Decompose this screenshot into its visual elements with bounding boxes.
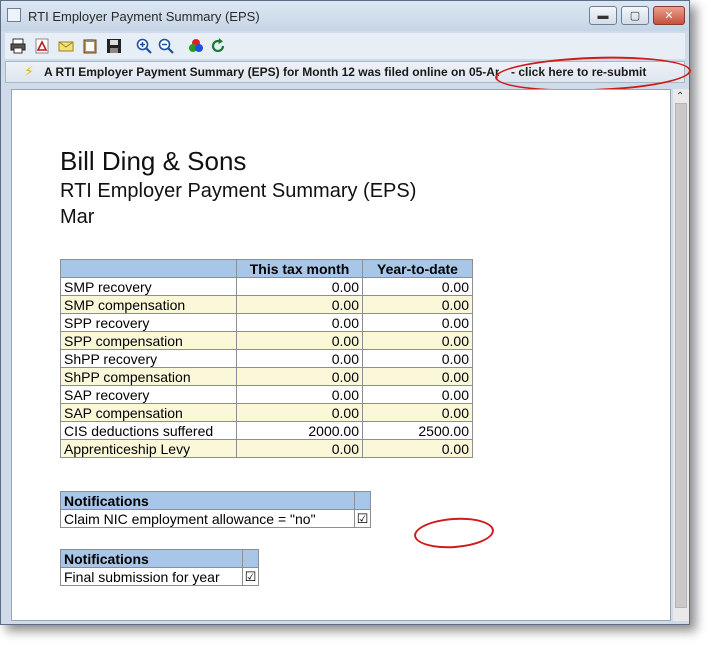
ytd-value: 0.00: [362, 295, 473, 314]
this-month-value: 0.00: [236, 439, 363, 458]
table-header-row: Notifications: [60, 549, 259, 568]
scroll-up-icon[interactable]: ⌃: [676, 91, 684, 102]
color-icon[interactable]: [187, 37, 205, 55]
toolbar: [5, 33, 685, 59]
ytd-value: 0.00: [362, 349, 473, 368]
zoom-out-icon[interactable]: [157, 37, 175, 55]
app-window: RTI Employer Payment Summary (EPS) ▬ ▢ ✕: [0, 0, 692, 625]
this-month-value: 0.00: [236, 331, 363, 350]
table-row: SPP compensation 0.00 0.00: [60, 331, 473, 350]
table-row: CIS deductions suffered 2000.00 2500.00: [60, 421, 473, 440]
report-panel: Bill Ding & Sons RTI Employer Payment Su…: [11, 89, 671, 621]
vertical-scrollbar[interactable]: ⌃: [673, 89, 689, 621]
ytd-value: 0.00: [362, 331, 473, 350]
zoom-in-icon[interactable]: [135, 37, 153, 55]
check-column-header: [354, 491, 371, 510]
row-label: Apprenticeship Levy: [60, 439, 237, 458]
column-header: [60, 259, 237, 278]
ytd-value: 0.00: [362, 367, 473, 386]
eps-summary-table: This tax month Year-to-date SMP recovery…: [60, 259, 473, 458]
scroll-thumb[interactable]: [675, 103, 687, 608]
report-period: Mar: [60, 206, 95, 228]
table-row: Apprenticeship Levy 0.00 0.00: [60, 439, 473, 458]
save-icon[interactable]: [105, 37, 123, 55]
table-row: ShPP recovery 0.00 0.00: [60, 349, 473, 368]
email-icon[interactable]: [57, 37, 75, 55]
check-column-header: [242, 549, 259, 568]
notifications-header: Notifications: [60, 491, 355, 510]
ytd-value: 0.00: [362, 385, 473, 404]
ytd-value: 2500.00: [362, 421, 473, 440]
row-label: SAP recovery: [60, 385, 237, 404]
this-month-value: 0.00: [236, 277, 363, 296]
window-title: RTI Employer Payment Summary (EPS): [28, 9, 260, 24]
ytd-value: 0.00: [362, 313, 473, 332]
this-month-value: 2000.00: [236, 421, 363, 440]
table-row: SAP compensation 0.00 0.00: [60, 403, 473, 422]
table-header-row: This tax month Year-to-date: [60, 259, 473, 278]
row-label: SPP compensation: [60, 331, 237, 350]
row-label: ShPP compensation: [60, 367, 237, 386]
maximize-button[interactable]: ▢: [621, 6, 649, 25]
this-month-value: 0.00: [236, 403, 363, 422]
row-label: SAP compensation: [60, 403, 237, 422]
notifications-table: Notifications Final submission for year …: [60, 549, 259, 586]
close-button[interactable]: ✕: [653, 6, 685, 25]
refresh-icon[interactable]: [209, 37, 227, 55]
company-name: Bill Ding & Sons: [60, 146, 247, 176]
title-bar: RTI Employer Payment Summary (EPS) ▬ ▢ ✕: [1, 1, 689, 31]
row-label: SMP recovery: [60, 277, 237, 296]
this-month-value: 0.00: [236, 295, 363, 314]
ytd-highlight-oval: [413, 515, 495, 551]
ytd-value: 0.00: [362, 439, 473, 458]
row-label: SPP recovery: [60, 313, 237, 332]
ytd-value: 0.00: [362, 403, 473, 422]
notifications-table: Notifications Claim NIC employment allow…: [60, 491, 371, 528]
notifications-header: Notifications: [60, 549, 243, 568]
notification-text: Final submission for year: [60, 567, 243, 586]
ytd-value: 0.00: [362, 277, 473, 296]
table-header-row: Notifications: [60, 491, 371, 510]
row-label: CIS deductions suffered: [60, 421, 237, 440]
app-icon: [7, 8, 21, 22]
table-row: ShPP compensation 0.00 0.00: [60, 367, 473, 386]
table-row: SMP compensation 0.00 0.00: [60, 295, 473, 314]
column-header: Year-to-date: [362, 259, 473, 278]
report-title: RTI Employer Payment Summary (EPS): [60, 180, 417, 202]
table-row: SMP recovery 0.00 0.00: [60, 277, 473, 296]
this-month-value: 0.00: [236, 385, 363, 404]
filed-status-message: A RTI Employer Payment Summary (EPS) for…: [44, 65, 499, 79]
table-row: Claim NIC employment allowance = "no" ☑: [60, 509, 371, 528]
clipboard-icon[interactable]: [81, 37, 99, 55]
table-row: Final submission for year ☑: [60, 567, 259, 586]
row-label: ShPP recovery: [60, 349, 237, 368]
minimize-button[interactable]: ▬: [589, 6, 617, 25]
checkbox-icon[interactable]: ☑: [242, 567, 259, 586]
row-label: SMP compensation: [60, 295, 237, 314]
table-row: SPP recovery 0.00 0.00: [60, 313, 473, 332]
this-month-value: 0.00: [236, 313, 363, 332]
pdf-icon[interactable]: [33, 37, 51, 55]
lightning-icon: ⚡: [24, 63, 34, 79]
checkbox-icon[interactable]: ☑: [354, 509, 371, 528]
this-month-value: 0.00: [236, 349, 363, 368]
column-header: This tax month: [236, 259, 363, 278]
notification-text: Claim NIC employment allowance = "no": [60, 509, 355, 528]
table-row: SAP recovery 0.00 0.00: [60, 385, 473, 404]
this-month-value: 0.00: [236, 367, 363, 386]
print-icon[interactable]: [9, 37, 27, 55]
